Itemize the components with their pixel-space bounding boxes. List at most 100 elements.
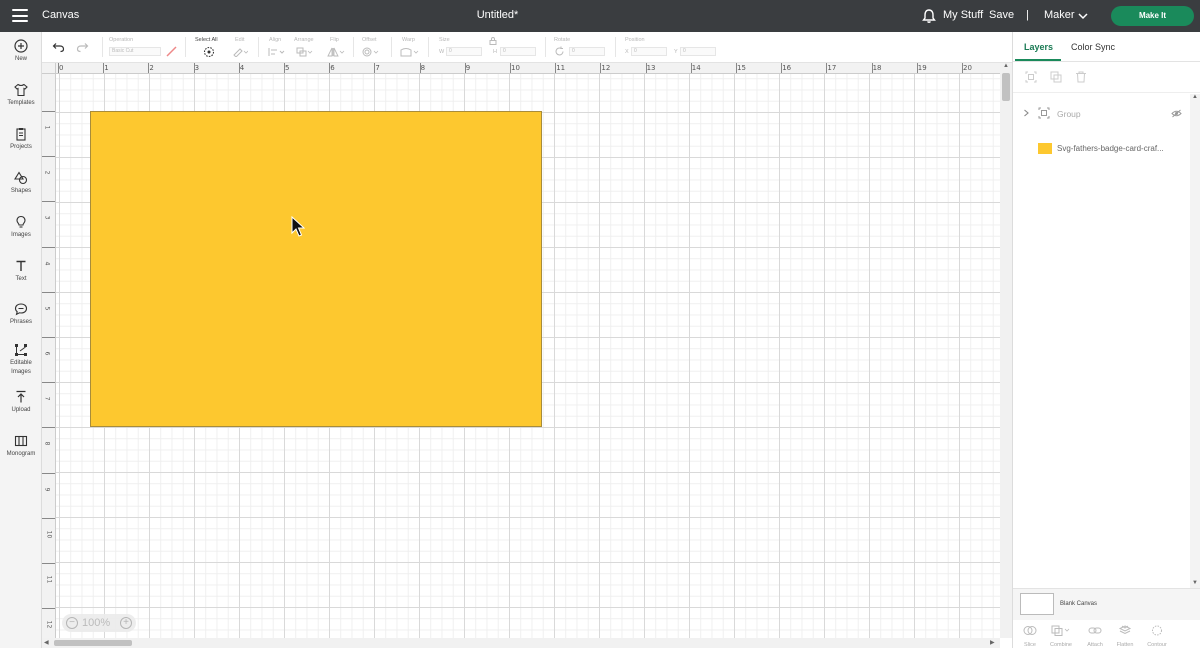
sidebar-item-new[interactable]: New [0, 39, 42, 64]
horizontal-scroll-thumb[interactable] [54, 640, 132, 646]
vector-edit-icon [15, 344, 27, 356]
zoom-control: − 100% + [62, 614, 136, 632]
offset-icon[interactable] [362, 47, 380, 57]
make-it-button[interactable]: Make It [1111, 6, 1194, 26]
ruler-number: 14 [691, 64, 701, 72]
sidebar-label: Upload [11, 407, 31, 413]
bell-icon[interactable] [921, 8, 937, 24]
vertical-scroll-thumb[interactable] [1002, 73, 1010, 101]
redo-icon[interactable] [76, 42, 89, 53]
tab-color-sync[interactable]: Color Sync [1071, 42, 1115, 52]
align-icon[interactable] [268, 47, 286, 57]
blank-canvas-thumbnail[interactable] [1020, 593, 1054, 615]
ruler-number: 3 [43, 215, 51, 220]
rotate-input[interactable]: 0 [569, 47, 605, 56]
ruler-number: 6 [330, 64, 335, 72]
ruler-number: 2 [149, 64, 154, 72]
sidebar-item-templates[interactable]: Templates [0, 83, 42, 108]
canvas-area[interactable]: 0 1 2 3 4 5 6 7 8 9 10 11 12 13 14 15 16 17 18 19 20 1234567… [42, 63, 1012, 648]
sidebar-item-phrases[interactable]: Phrases [0, 302, 42, 327]
duplicate-icon[interactable] [1050, 71, 1062, 83]
attach-button[interactable]: Attach [1080, 623, 1110, 648]
shirt-icon [14, 83, 28, 97]
topbar-divider: | [1026, 9, 1029, 21]
ruler-number: 9 [43, 487, 51, 492]
select-all-label: Select All [195, 37, 218, 43]
sidebar-item-monogram[interactable]: Monogram [0, 434, 42, 459]
sidebar-label: Images [11, 232, 31, 238]
contour-button[interactable]: Contour [1142, 623, 1172, 648]
group-icon[interactable] [1025, 71, 1037, 83]
sidebar-item-editable-images[interactable]: Editable Images [0, 343, 42, 377]
document-title[interactable]: Untitled* [0, 9, 995, 21]
arrange-icon[interactable] [296, 47, 314, 57]
zoom-out-button[interactable]: − [66, 617, 78, 629]
layer-color-swatch[interactable] [1038, 143, 1052, 154]
sidebar-item-projects[interactable]: Projects [0, 127, 42, 152]
edit-pencil-icon[interactable] [232, 46, 248, 57]
flip-label: Flip [330, 37, 339, 43]
edit-label: Edit [235, 37, 245, 43]
position-x-input[interactable]: 0 [631, 47, 667, 56]
ruler-number: 1 [104, 64, 109, 72]
ruler-number: 7 [375, 64, 380, 72]
sidebar-item-upload[interactable]: Upload [0, 390, 42, 415]
hide-visibility-icon[interactable] [1171, 109, 1182, 118]
contour-label: Contour [1147, 642, 1167, 648]
tab-layers[interactable]: Layers [1024, 42, 1053, 52]
left-sidebar: New Templates Projects Shapes Images Tex… [0, 32, 42, 648]
chevron-down-icon[interactable] [1077, 10, 1089, 22]
operation-select[interactable]: Basic Cut [109, 47, 161, 56]
attach-label: Attach [1087, 642, 1103, 648]
save-button[interactable]: Save [989, 9, 1014, 21]
chevron-right-icon[interactable] [1023, 109, 1030, 117]
ruler-number: 13 [646, 64, 656, 72]
blank-canvas-row[interactable]: Blank Canvas [1013, 588, 1200, 620]
sidebar-item-text[interactable]: Text [0, 259, 42, 284]
undo-icon[interactable] [52, 42, 65, 53]
flatten-icon [1118, 625, 1132, 635]
select-all-icon[interactable] [203, 46, 215, 58]
zoom-in-button[interactable]: + [120, 617, 132, 629]
combine-button[interactable]: Combine [1046, 623, 1076, 648]
align-label: Align [269, 37, 282, 43]
lock-icon[interactable] [489, 37, 497, 45]
size-label: Size [439, 37, 450, 43]
sidebar-label: New [14, 56, 27, 62]
contour-icon [1152, 625, 1162, 636]
flip-icon[interactable] [327, 47, 345, 57]
position-y-input[interactable]: 0 [680, 47, 716, 56]
trash-icon[interactable] [1075, 71, 1087, 83]
vertical-scrollbar[interactable]: ▲ [1000, 63, 1012, 638]
size-height-input[interactable]: 0 [500, 47, 536, 56]
layer-action-bar: Slice Combine Attach Flatten Contour [1013, 620, 1200, 648]
my-stuff-link[interactable]: My Stuff [943, 9, 983, 21]
ruler-number: 5 [43, 306, 51, 311]
ruler-number: 7 [43, 396, 51, 401]
flatten-button[interactable]: Flatten [1110, 623, 1140, 648]
zoom-level: 100% [82, 617, 111, 629]
layer-group-row[interactable]: Group [1013, 104, 1200, 122]
combine-label: Combine [1049, 642, 1072, 648]
speech-bubble-icon [14, 303, 28, 316]
warp-icon[interactable] [400, 47, 420, 57]
machine-select[interactable]: Maker [1044, 9, 1075, 21]
ruler-number: 4 [239, 64, 245, 72]
layer-row[interactable]: Svg-fathers-badge-card-craf... [1013, 140, 1200, 158]
ruler-number: 6 [43, 351, 51, 356]
sidebar-label: Projects [10, 144, 32, 150]
yellow-rectangle-shape[interactable] [90, 111, 542, 427]
sidebar-item-shapes[interactable]: Shapes [0, 171, 42, 196]
position-label: Position [625, 37, 645, 43]
cut-blade-icon[interactable] [165, 45, 177, 57]
flatten-label: Flatten [1116, 642, 1134, 648]
mouse-cursor-icon [291, 216, 305, 237]
panel-tabs: Layers Color Sync [1013, 32, 1200, 62]
horizontal-scrollbar[interactable]: ◀ ▶ [42, 638, 1000, 648]
sidebar-label: Phrases [9, 319, 32, 325]
slice-button[interactable]: Slice [1015, 623, 1045, 648]
sidebar-item-images[interactable]: Images [0, 215, 42, 240]
layers-scrollbar[interactable]: ▲ ▼ [1190, 94, 1200, 588]
layer-list: Group Svg-fathers-badge-card-craf... [1013, 94, 1200, 588]
size-width-input[interactable]: 0 [446, 47, 482, 56]
